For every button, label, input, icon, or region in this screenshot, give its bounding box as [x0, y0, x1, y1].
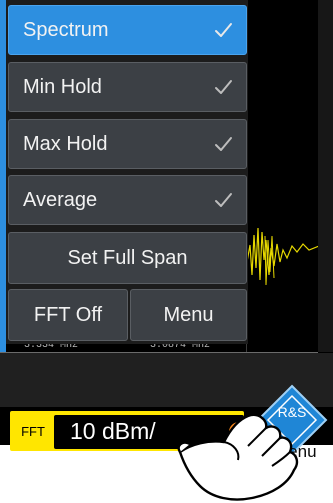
fft-context-menu: Spectrum Min Hold Max Hold Average Set F… — [0, 0, 248, 344]
menu-item-label: Max Hold — [23, 132, 108, 155]
oscilloscope-screen: 3.334 MHz 3.0874 MHz Spectrum Min Hold M… — [0, 0, 333, 445]
right-strip — [318, 0, 333, 352]
checkmark-icon — [212, 189, 234, 211]
checkmark-icon — [212, 19, 234, 41]
set-full-span-button[interactable]: Set Full Span — [8, 232, 247, 284]
menu-button[interactable]: Menu — [130, 289, 247, 341]
pointing-hand-icon — [177, 413, 299, 501]
checkmark-icon — [212, 133, 234, 155]
menu-item-min-hold[interactable]: Min Hold — [8, 62, 247, 112]
fft-label: FFT — [21, 423, 45, 439]
spectrum-trace — [247, 227, 319, 286]
checkmark-icon — [212, 76, 234, 98]
menu-item-label: Min Hold — [23, 75, 102, 98]
menu-item-max-hold[interactable]: Max Hold — [8, 119, 247, 169]
fft-off-button[interactable]: FFT Off — [8, 289, 128, 341]
menu-item-label: Spectrum — [23, 18, 109, 41]
fft-scale-value: 10 dBm/ — [70, 418, 156, 444]
spectrum-plot — [246, 0, 320, 352]
menu-item-average[interactable]: Average — [8, 175, 247, 225]
menu-item-spectrum[interactable]: Spectrum — [8, 5, 247, 55]
menu-left-edge — [0, 0, 6, 352]
menu-item-label: Average — [23, 188, 98, 211]
